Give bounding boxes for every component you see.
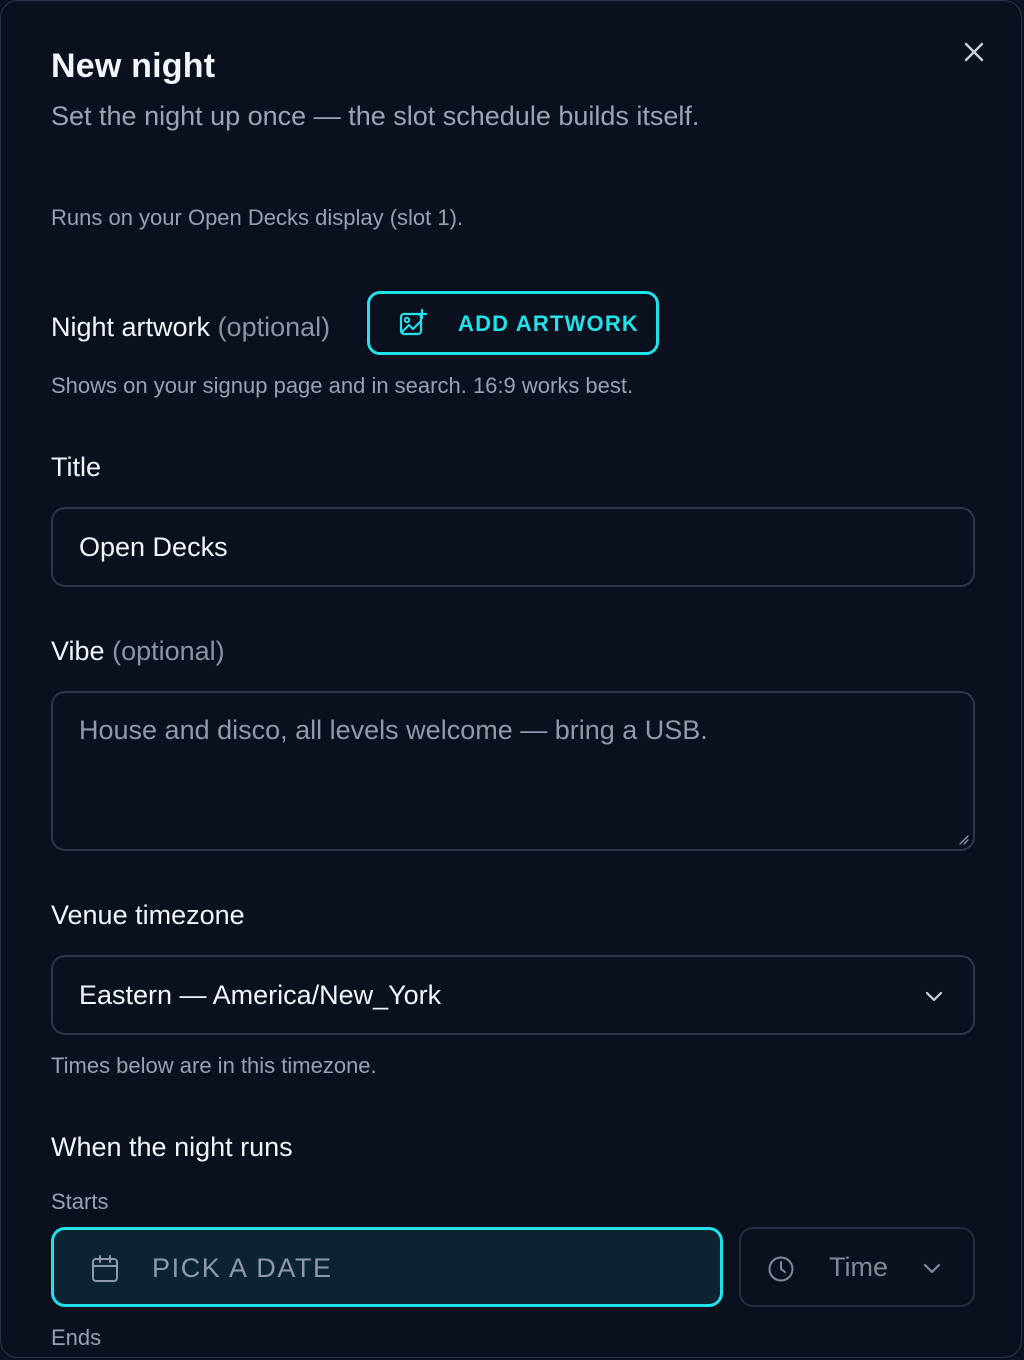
ends-label: Ends [51, 1325, 102, 1350]
start-time-placeholder: Time [829, 1252, 888, 1282]
timezone-select[interactable]: Eastern — America/New_York [51, 955, 975, 1035]
vibe-optional-text: (optional) [112, 636, 225, 666]
vibe-label: Vibe (optional) [51, 636, 225, 667]
title-input-value: Open Decks [79, 531, 228, 562]
close-button[interactable] [959, 37, 989, 67]
schedule-section-label: When the night runs [51, 1132, 293, 1162]
display-slot-note: Runs on your Open Decks display (slot 1)… [51, 205, 464, 230]
add-artwork-label: ADD ARTWORK [458, 311, 640, 336]
starts-label: Starts [51, 1189, 109, 1214]
start-time-select[interactable]: Time [739, 1227, 975, 1307]
start-date-picker[interactable]: PICK A DATE [51, 1227, 723, 1307]
artwork-help: Shows on your signup page and in search.… [51, 373, 634, 398]
timezone-selected-value: Eastern — America/New_York [79, 979, 442, 1010]
add-artwork-button[interactable]: ADD ARTWORK [367, 291, 659, 355]
vibe-placeholder: House and disco, all levels welcome — br… [79, 715, 708, 745]
title-input[interactable]: Open Decks [51, 507, 975, 587]
timezone-help: Times below are in this timezone. [51, 1053, 377, 1078]
chevron-down-icon [925, 991, 943, 1002]
close-icon [964, 42, 984, 62]
dialog-subtitle: Set the night up once — the slot schedul… [51, 101, 700, 131]
new-night-dialog: New night Set the night up once — the sl… [0, 0, 1022, 1358]
vibe-textarea[interactable]: House and disco, all levels welcome — br… [51, 691, 975, 851]
resize-handle-icon[interactable] [957, 833, 969, 845]
artwork-label-text: Night artwork [51, 312, 211, 342]
artwork-optional-text: (optional) [217, 312, 331, 342]
start-date-placeholder: PICK A DATE [152, 1253, 333, 1283]
dialog-title: New night [51, 47, 216, 85]
chevron-down-icon [923, 1263, 941, 1274]
clock-icon [768, 1256, 794, 1282]
image-add-icon [399, 308, 428, 336]
timezone-label: Venue timezone [51, 900, 245, 930]
vibe-label-text: Vibe [51, 636, 105, 666]
calendar-icon [92, 1255, 118, 1282]
title-label: Title [51, 452, 102, 482]
artwork-label: Night artwork (optional) [51, 312, 330, 343]
